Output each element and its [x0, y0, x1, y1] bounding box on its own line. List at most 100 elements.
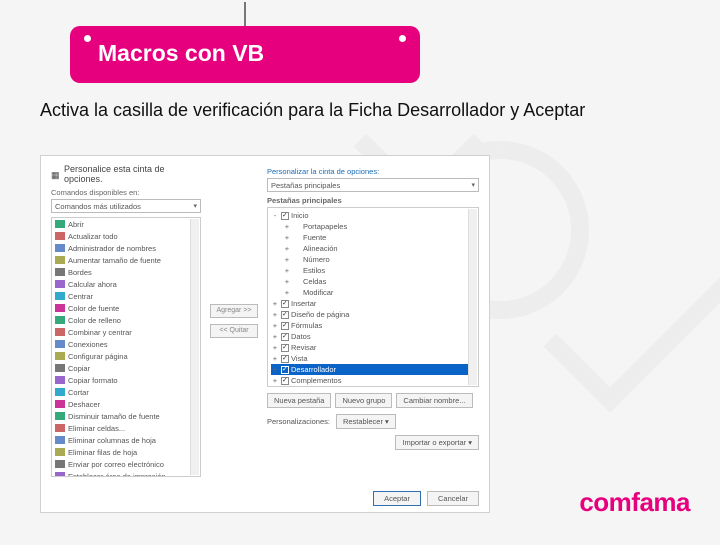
checkbox[interactable] [281, 344, 289, 352]
command-item[interactable]: Actualizar todo [52, 230, 200, 242]
command-item[interactable]: Eliminar celdas... [52, 422, 200, 434]
command-item[interactable]: Copiar [52, 362, 200, 374]
command-label: Copiar [68, 364, 90, 373]
expand-icon[interactable]: + [271, 321, 279, 330]
checkbox[interactable] [281, 311, 289, 319]
command-item[interactable]: Bordes [52, 266, 200, 278]
expand-icon[interactable]: + [283, 244, 291, 253]
chevron-down-icon: ▾ [471, 181, 475, 189]
tree-node[interactable]: +Insertar [271, 298, 475, 309]
tree-node[interactable]: +Eliminación de fondo [271, 386, 475, 387]
command-item[interactable]: Abrir [52, 218, 200, 230]
tree-node-label: Celdas [303, 277, 326, 286]
tree-node[interactable]: + Estilos [271, 265, 475, 276]
cancel-button[interactable]: Cancelar [427, 491, 479, 506]
expand-icon[interactable]: - [271, 211, 279, 220]
expand-icon[interactable]: + [283, 222, 291, 231]
tree-node[interactable]: +Vista [271, 353, 475, 364]
expand-icon[interactable]: + [283, 288, 291, 297]
commands-listbox[interactable]: Abrir Actualizar todoAdministrador de nom… [51, 217, 201, 477]
checkbox[interactable] [281, 377, 289, 385]
command-label: Actualizar todo [68, 232, 118, 241]
commands-from-combo[interactable]: Comandos más utilizados ▾ [51, 199, 201, 213]
chevron-down-icon: ▾ [193, 202, 197, 210]
ribbon-tree[interactable]: -Inicio+Portapapeles+Fuente+Alineación+N… [267, 207, 479, 387]
tree-node[interactable]: +Número [271, 254, 475, 265]
expand-icon[interactable]: + [271, 332, 279, 341]
checkbox[interactable] [281, 300, 289, 308]
expand-icon[interactable]: + [283, 233, 291, 242]
expand-icon[interactable]: + [271, 299, 279, 308]
expand-icon[interactable]: + [283, 255, 291, 264]
tree-node[interactable]: +Revisar [271, 342, 475, 353]
command-item[interactable]: Conexiones [52, 338, 200, 350]
reset-dropdown[interactable]: Restablecer ▾ [336, 414, 396, 429]
checkbox[interactable] [281, 333, 289, 341]
tree-node-label: Estilos [303, 266, 325, 275]
checkbox[interactable] [281, 355, 289, 363]
command-icon [55, 472, 65, 477]
command-item[interactable]: Combinar y centrar [52, 326, 200, 338]
vertical-scrollbar[interactable] [190, 219, 199, 475]
command-icon [55, 388, 65, 396]
expand-icon[interactable]: + [271, 365, 279, 374]
expand-icon[interactable]: + [271, 343, 279, 352]
command-item[interactable]: Enviar por correo electrónico [52, 458, 200, 470]
ok-button[interactable]: Aceptar [373, 491, 421, 506]
customizations-label: Personalizaciones: [267, 417, 330, 426]
tree-node[interactable]: +Diseño de página [271, 309, 475, 320]
left-section-title: ▦ Personalice esta cinta de opciones. [51, 164, 201, 184]
tree-node[interactable]: -Inicio [271, 210, 475, 221]
tree-node[interactable]: +Fuente [271, 232, 475, 243]
command-icon [55, 304, 65, 312]
command-label: Establecer área de impresión [68, 472, 166, 478]
command-label: Disminuir tamaño de fuente [68, 412, 160, 421]
checkbox[interactable] [281, 212, 289, 220]
tree-node[interactable]: +Alineación [271, 243, 475, 254]
command-item[interactable]: Color de fuente [52, 302, 200, 314]
new-group-button[interactable]: Nuevo grupo [335, 393, 392, 408]
command-item[interactable]: Calcular ahora [52, 278, 200, 290]
rename-button[interactable]: Cambiar nombre... [396, 393, 472, 408]
command-item[interactable]: Disminuir tamaño de fuente [52, 410, 200, 422]
expand-icon[interactable]: + [283, 277, 291, 286]
command-item[interactable]: Aumentar tamaño de fuente [52, 254, 200, 266]
comfama-logo: comfama [579, 487, 690, 518]
checkbox[interactable] [281, 366, 289, 374]
command-item[interactable]: Configurar página [52, 350, 200, 362]
tree-node[interactable]: +Modificar [271, 287, 475, 298]
dialog-left-column: ▦ Personalice esta cinta de opciones. Co… [51, 164, 201, 477]
command-label: Eliminar celdas... [68, 424, 125, 433]
command-icon [55, 352, 65, 360]
command-item[interactable]: Deshacer [52, 398, 200, 410]
expand-icon[interactable]: + [283, 266, 291, 275]
command-item[interactable]: Establecer área de impresión [52, 470, 200, 477]
remove-button[interactable]: << Quitar [210, 324, 258, 338]
new-tab-button[interactable]: Nueva pestaña [267, 393, 331, 408]
expand-icon[interactable]: + [271, 310, 279, 319]
import-export-dropdown[interactable]: Importar o exportar ▾ [395, 435, 479, 450]
command-label: Deshacer [68, 400, 100, 409]
command-item[interactable]: Cortar [52, 386, 200, 398]
tree-node[interactable]: + Celdas [271, 276, 475, 287]
dialog-middle-column: Agregar >> << Quitar [209, 164, 259, 477]
expand-icon[interactable]: + [271, 376, 279, 385]
expand-icon[interactable]: + [271, 354, 279, 363]
tree-node[interactable]: +Desarrollador [271, 364, 475, 375]
add-button[interactable]: Agregar >> [210, 304, 258, 318]
command-item[interactable]: Centrar [52, 290, 200, 302]
command-item[interactable]: Eliminar filas de hoja [52, 446, 200, 458]
tree-node[interactable]: +Complementos [271, 375, 475, 386]
tree-node[interactable]: +Datos [271, 331, 475, 342]
command-label: Bordes [68, 268, 92, 277]
ribbon-tabs-combo[interactable]: Pestañas principales ▾ [267, 178, 479, 192]
checkbox[interactable] [281, 322, 289, 330]
logo-text: comfama [579, 487, 690, 517]
command-item[interactable]: Copiar formato [52, 374, 200, 386]
tree-node[interactable]: +Fórmulas [271, 320, 475, 331]
command-item[interactable]: Eliminar columnas de hoja [52, 434, 200, 446]
command-item[interactable]: Color de relleno [52, 314, 200, 326]
command-item[interactable]: Administrador de nombres [52, 242, 200, 254]
tree-node[interactable]: +Portapapeles [271, 221, 475, 232]
vertical-scrollbar[interactable] [468, 209, 477, 385]
